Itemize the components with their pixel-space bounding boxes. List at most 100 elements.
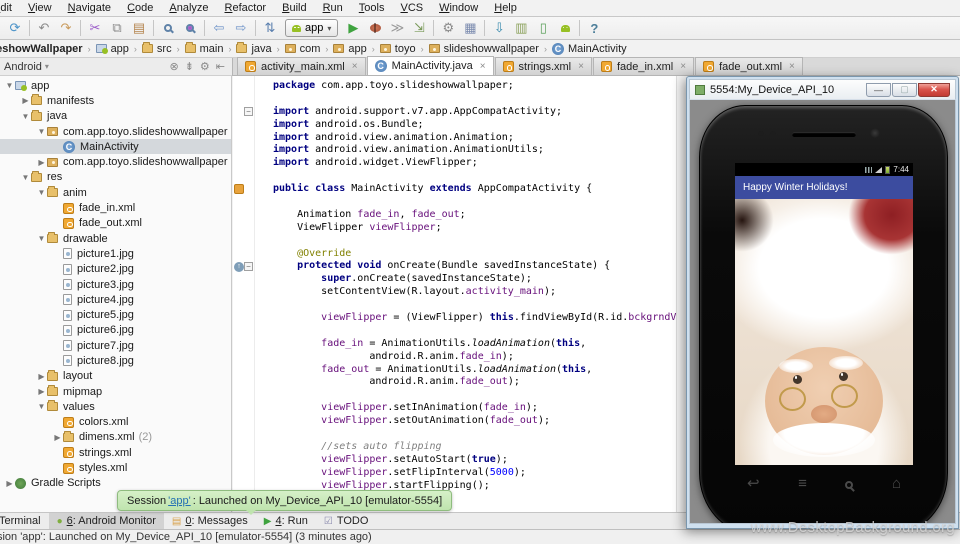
sync-icon[interactable]: ⟳ xyxy=(4,18,26,38)
tree-item-java[interactable]: ▼java xyxy=(0,109,231,124)
menu-item-view[interactable]: View xyxy=(20,0,60,17)
close-icon[interactable]: × xyxy=(480,61,486,72)
breadcrumb-item-mainactivity[interactable]: CMainActivity xyxy=(550,43,629,55)
fold-icon[interactable]: − xyxy=(244,262,253,271)
menu-item-edit[interactable]: Edit xyxy=(0,0,20,17)
menu-item-build[interactable]: Build xyxy=(274,0,314,17)
menu-item-navigate[interactable]: Navigate xyxy=(60,0,119,17)
paste-icon[interactable]: ▤ xyxy=(128,18,150,38)
redo-icon[interactable]: ↷ xyxy=(55,18,77,38)
tree-item-manifests[interactable]: ▶manifests xyxy=(0,93,231,108)
tree-item-dimens-xml[interactable]: ▶dimens.xml(2) xyxy=(0,430,231,445)
project-view-selector[interactable]: Android xyxy=(4,61,42,73)
settings-icon[interactable]: ⚙ xyxy=(437,18,459,38)
minimize-button[interactable]: — xyxy=(866,83,891,97)
search-nav-icon[interactable] xyxy=(845,481,853,489)
tree-item-app[interactable]: ▼app xyxy=(0,78,231,93)
chevron-down-icon[interactable]: ▼ xyxy=(20,112,31,121)
phone-screen[interactable]: 7:44 Happy Winter Holidays! xyxy=(735,163,913,465)
run-config-combo[interactable]: app▾ xyxy=(285,19,338,37)
breadcrumb-item-java[interactable]: java xyxy=(234,43,273,55)
notification-app-link[interactable]: 'app' xyxy=(168,495,191,507)
chevron-right-icon[interactable]: ▶ xyxy=(52,433,63,442)
tree-item-picture7-jpg[interactable]: picture7.jpg xyxy=(0,338,231,353)
help-icon[interactable]: ? xyxy=(583,18,605,38)
run-icon[interactable]: ▶ xyxy=(342,18,364,38)
tree-item-drawable[interactable]: ▼drawable xyxy=(0,231,231,246)
coverage-icon[interactable]: ≫ xyxy=(386,18,408,38)
tree-item-picture1-jpg[interactable]: picture1.jpg xyxy=(0,246,231,261)
close-icon[interactable]: × xyxy=(680,61,686,72)
forward-icon[interactable]: ⇨ xyxy=(230,18,252,38)
find-icon[interactable] xyxy=(157,18,179,38)
chevron-down-icon[interactable]: ▼ xyxy=(36,188,47,197)
chevron-right-icon[interactable]: ▶ xyxy=(36,372,47,381)
back-nav-icon[interactable]: ↩ xyxy=(747,476,760,492)
home-nav-icon[interactable]: ⌂ xyxy=(892,476,901,492)
menu-item-tools[interactable]: Tools xyxy=(351,0,393,17)
menu-item-help[interactable]: Help xyxy=(486,0,525,17)
tree-item-mainactivity[interactable]: CMainActivity xyxy=(0,139,231,154)
tool-window-todo[interactable]: ☑TODO xyxy=(316,513,377,530)
chevron-right-icon[interactable]: ▶ xyxy=(36,158,47,167)
avd-manager-icon[interactable]: ▯ xyxy=(532,18,554,38)
tool-window-6-android-monitor[interactable]: ●6: Android Monitor xyxy=(49,513,164,530)
breadcrumb-item-app[interactable]: app xyxy=(331,43,368,55)
android-icon[interactable] xyxy=(554,18,576,38)
chevron-down-icon[interactable]: ▼ xyxy=(20,173,31,182)
sort-icon[interactable]: ⇅ xyxy=(259,18,281,38)
tree-item-gradle-scripts[interactable]: ▶Gradle Scripts xyxy=(0,476,231,491)
tree-item-anim[interactable]: ▼anim xyxy=(0,185,231,200)
fold-icon[interactable]: − xyxy=(244,107,253,116)
sdk-manager-icon[interactable]: ⇩ xyxy=(488,18,510,38)
tree-item-fade-out-xml[interactable]: fade_out.xml xyxy=(0,216,231,231)
tool-window-0-messages[interactable]: ▤0: Messages xyxy=(164,513,256,530)
chevron-right-icon[interactable]: ▶ xyxy=(4,479,15,488)
close-icon[interactable]: × xyxy=(789,61,795,72)
tree-item-picture3-jpg[interactable]: picture3.jpg xyxy=(0,277,231,292)
settings-gear-icon[interactable]: ⚙ xyxy=(197,60,213,73)
emulator-title-bar[interactable]: 5554:My_Device_API_10 — ▢ ✕ xyxy=(689,79,956,99)
undo-icon[interactable]: ↶ xyxy=(33,18,55,38)
tree-item-com-app-toyo-slideshowwallpaper[interactable]: ▶com.app.toyo.slideshowwallpaper(android… xyxy=(0,154,231,169)
tree-item-com-app-toyo-slideshowwallpaper[interactable]: ▼com.app.toyo.slideshowwallpaper xyxy=(0,124,231,139)
breadcrumb-item-com[interactable]: com xyxy=(283,43,323,55)
tree-item-strings-xml[interactable]: strings.xml xyxy=(0,445,231,460)
close-button[interactable]: ✕ xyxy=(918,83,950,97)
tab-mainactivity-java[interactable]: CMainActivity.java× xyxy=(367,56,494,75)
breadcrumb-item-slideshowwallpaper[interactable]: slideshowwallpaper xyxy=(427,43,541,55)
android-monitor-icon[interactable]: ▥ xyxy=(510,18,532,38)
replace-icon[interactable] xyxy=(179,18,201,38)
chevron-down-icon[interactable]: ▼ xyxy=(36,402,47,411)
chevron-down-icon[interactable]: ▼ xyxy=(4,81,15,90)
tree-item-picture6-jpg[interactable]: picture6.jpg xyxy=(0,323,231,338)
close-icon[interactable]: × xyxy=(352,61,358,72)
tree-item-res[interactable]: ▼res xyxy=(0,170,231,185)
tool-window-4-run[interactable]: ▶4: Run xyxy=(256,513,316,530)
tree-item-picture2-jpg[interactable]: picture2.jpg xyxy=(0,262,231,277)
tab-strings-xml[interactable]: strings.xml× xyxy=(495,57,592,75)
tree-item-picture4-jpg[interactable]: picture4.jpg xyxy=(0,292,231,307)
menu-item-code[interactable]: Code xyxy=(119,0,161,17)
tab-fade-in-xml[interactable]: fade_in.xml× xyxy=(593,57,694,75)
breadcrumb-item-src[interactable]: src xyxy=(140,43,174,55)
copy-icon[interactable]: ⧉ xyxy=(106,18,128,38)
collapse-all-icon[interactable]: ⊗ xyxy=(166,60,181,73)
tree-item-colors-xml[interactable]: colors.xml xyxy=(0,415,231,430)
tree-item-picture8-jpg[interactable]: picture8.jpg xyxy=(0,353,231,368)
tree-item-mipmap[interactable]: ▶mipmap xyxy=(0,384,231,399)
breadcrumb-item-main[interactable]: main xyxy=(183,43,226,55)
menu-item-run[interactable]: Run xyxy=(315,0,351,17)
chevron-down-icon[interactable]: ▼ xyxy=(36,127,47,136)
attach-debugger-icon[interactable]: ⇲ xyxy=(408,18,430,38)
override-marker-icon[interactable]: ↑ xyxy=(234,262,244,272)
project-structure-icon[interactable]: ▦ xyxy=(459,18,481,38)
maximize-button[interactable]: ▢ xyxy=(892,83,917,97)
debug-icon[interactable] xyxy=(364,18,386,38)
cut-icon[interactable]: ✂ xyxy=(84,18,106,38)
breadcrumb-item-app[interactable]: app xyxy=(94,43,131,55)
back-icon[interactable]: ⇦ xyxy=(208,18,230,38)
menu-item-window[interactable]: Window xyxy=(431,0,486,17)
chevron-down-icon[interactable]: ▼ xyxy=(36,234,47,243)
tree-item-values[interactable]: ▼values xyxy=(0,399,231,414)
